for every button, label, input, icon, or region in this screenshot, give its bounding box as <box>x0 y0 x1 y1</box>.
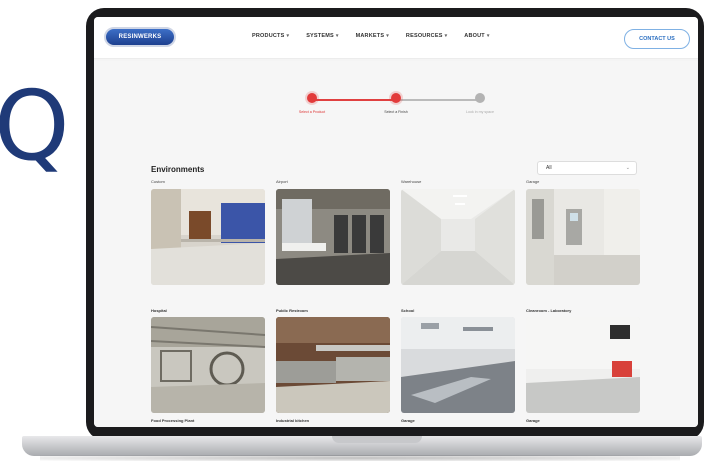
nav-item-label: ABOUT <box>464 33 485 39</box>
main-content: Select a Product Select a Finish Look in… <box>94 61 698 427</box>
env-top-label: Custom <box>151 179 165 184</box>
step-dot <box>391 93 401 103</box>
hospital-image <box>151 189 265 285</box>
progress-stepper: Select a Product Select a Finish Look in… <box>282 93 512 123</box>
env-card-food-processing-plant[interactable] <box>151 317 265 413</box>
section-title: Environments <box>151 165 205 174</box>
nav-item-markets[interactable]: MARKETS ▾ <box>356 33 389 39</box>
nav-item-products[interactable]: PRODUCTS ▾ <box>252 33 289 39</box>
cleanroom-image <box>526 189 640 285</box>
nav-item-label: RESOURCES <box>405 33 443 39</box>
step-look-in-space[interactable]: Look in my space <box>450 93 510 114</box>
laptop-shadow <box>40 455 680 461</box>
nav-item-label: PRODUCTS <box>252 33 285 39</box>
environment-filter-select[interactable]: All ⌄ <box>537 161 637 175</box>
env-card-label: Cleanroom - Laboratory <box>526 308 572 313</box>
kitchen-image <box>276 317 390 413</box>
step-dot <box>475 93 485 103</box>
nav-item-label: SYSTEMS <box>306 33 334 39</box>
env-card-label: School <box>401 308 415 313</box>
step-select-finish[interactable]: Select a Finish <box>366 93 426 114</box>
nav-item-label: MARKETS <box>355 33 385 39</box>
filter-value: All <box>546 165 552 171</box>
laptop-screen: RESINWERKS PRODUCTS ▾ SYSTEMS ▾ MARKETS ▾ R… <box>94 17 698 427</box>
restroom-image <box>276 189 390 285</box>
chevron-down-icon: ▾ <box>486 33 490 39</box>
food-processing-image <box>151 317 265 413</box>
env-card-label: Food Processing Plant <box>151 418 195 423</box>
nav-item-systems[interactable]: SYSTEMS ▾ <box>306 33 338 39</box>
step-label: Look in my space <box>466 110 494 114</box>
step-label: Select a Product <box>298 110 326 114</box>
step-select-product[interactable]: Select a Product <box>282 93 342 114</box>
env-card-garage[interactable] <box>401 317 515 413</box>
env-card-label: Garage <box>401 418 415 423</box>
garage-image <box>526 317 640 413</box>
school-image <box>401 189 515 285</box>
env-card-garage-2[interactable] <box>526 317 640 413</box>
chevron-down-icon: ▾ <box>335 33 339 39</box>
env-card-label: Industrial kitchen <box>276 418 310 423</box>
laptop-base-notch <box>332 436 422 443</box>
chevron-down-icon: ▾ <box>286 33 290 39</box>
brand-logo[interactable]: RESINWERKS <box>104 27 176 47</box>
chevron-down-icon: ▾ <box>444 33 448 39</box>
chevron-down-icon: ⌄ <box>625 165 630 171</box>
env-top-label: Airport <box>276 179 288 184</box>
garage-image <box>401 317 515 413</box>
env-card-industrial-kitchen[interactable] <box>276 317 390 413</box>
background-letter: Q <box>0 70 70 182</box>
step-label: Select a Finish <box>384 110 408 114</box>
stage: Q RESINWERKS PRODUCTS ▾ SYSTEMS ▾ MARKETS ▾… <box>0 0 707 466</box>
main-menu: PRODUCTS ▾ SYSTEMS ▾ MARKETS ▾ RESOURCES ▾ A… <box>252 33 490 39</box>
env-card-school[interactable] <box>401 189 515 285</box>
env-top-label: Garage <box>526 179 540 184</box>
nav-item-about[interactable]: ABOUT ▾ <box>464 33 489 39</box>
chevron-down-icon: ▾ <box>386 33 389 39</box>
env-card-label: Public Restroom <box>276 308 308 313</box>
env-top-label: Warehouse <box>401 179 422 184</box>
env-card-hospital[interactable] <box>151 189 265 285</box>
nav-item-resources[interactable]: RESOURCES ▾ <box>406 33 447 39</box>
env-card-public-restroom[interactable] <box>276 189 390 285</box>
env-card-label: Garage <box>526 418 540 423</box>
top-navbar: RESINWERKS PRODUCTS ▾ SYSTEMS ▾ MARKETS ▾ R… <box>94 17 698 59</box>
step-dot <box>307 93 317 103</box>
env-card-label: Hospital <box>151 308 167 313</box>
contact-us-button[interactable]: CONTACT US <box>624 29 690 49</box>
env-card-cleanroom-laboratory[interactable] <box>526 189 640 285</box>
